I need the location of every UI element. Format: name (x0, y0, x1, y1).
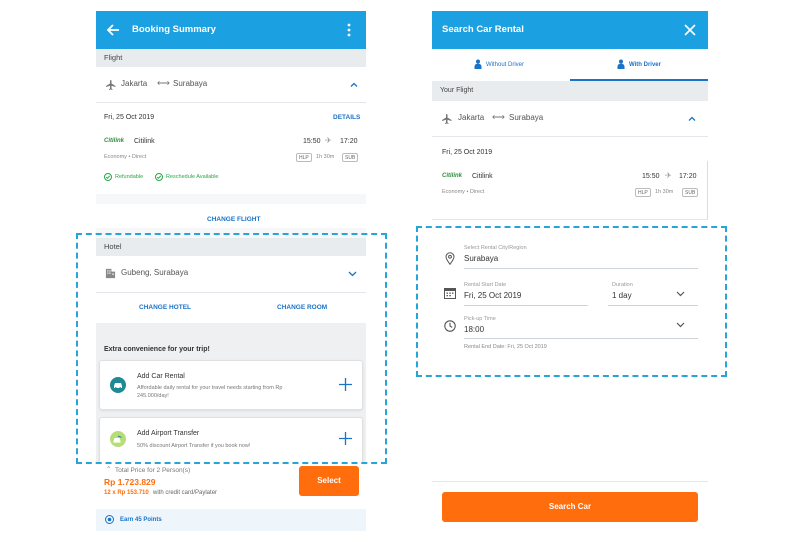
divider (96, 102, 366, 103)
search-car-appbar: Search Car Rental (432, 11, 708, 49)
flight-date: Fri, 25 Oct 2019 (104, 114, 155, 121)
info-caret-icon[interactable]: ⌃ (106, 465, 111, 473)
details-link[interactable]: DETAILS (333, 114, 360, 121)
route-arrow-icon: ⟷ (492, 112, 505, 122)
highlight-box-hotel-extras (76, 233, 387, 464)
class-info: Economy • Direct (442, 189, 485, 195)
driver-icon (474, 59, 482, 69)
driver-tabs: Without Driver With Driver (432, 49, 708, 81)
total-price-label: Total Price for 2 Person(s) (115, 467, 191, 474)
your-flight-header: Your Flight (432, 81, 708, 101)
close-icon[interactable] (684, 24, 696, 36)
flight-destination: Surabaya (509, 113, 544, 122)
flight-date: Fri, 25 Oct 2019 (442, 149, 493, 156)
refundable-label: Refundable (115, 174, 144, 180)
installment-price: 12 x Rp 153.710 (104, 490, 149, 496)
tab-without-driver[interactable]: Without Driver (432, 49, 570, 81)
chevron-up-icon[interactable] (688, 116, 696, 121)
airline-name: Citilink (134, 138, 155, 145)
select-button[interactable]: Select (299, 466, 359, 496)
arrive-time: 17:20 (340, 138, 358, 145)
destination-code: SUB (682, 188, 699, 197)
depart-time: 15:50 (642, 173, 660, 180)
total-price: Rp 1.723.829 (104, 477, 156, 487)
flight-section-header: Flight (96, 49, 366, 67)
points-coin-icon (105, 515, 114, 524)
airline-name: Citilink (472, 173, 493, 180)
reschedule-label: Reschedule Available (166, 174, 219, 180)
search-car-button[interactable]: Search Car (442, 492, 698, 522)
citilink-logo: Citilink (442, 173, 463, 179)
depart-time: 15:50 (303, 138, 321, 145)
back-arrow-icon[interactable] (106, 23, 120, 37)
route-arrow-icon: ⟷ (157, 78, 170, 88)
tab-without-driver-label: Without Driver (486, 62, 525, 68)
flight-route-row[interactable]: Jakarta ⟷ Surabaya (96, 67, 366, 102)
class-info: Economy • Direct (104, 154, 147, 160)
flight-duration: 1h 30m (655, 189, 674, 195)
flight-origin: Jakarta (121, 79, 148, 88)
spacer (96, 194, 366, 204)
change-flight-row: CHANGE FLIGHT (96, 204, 366, 228)
flight-origin: Jakarta (458, 113, 485, 122)
highlight-box-rental-form (416, 226, 727, 377)
points-bar: Earn 45 Points (96, 509, 366, 531)
check-circle-icon (104, 173, 112, 181)
tab-with-driver-label: With Driver (629, 62, 661, 68)
flight-route-row[interactable]: Jakarta ⟷ Surabaya (432, 101, 708, 135)
citilink-logo: Citilink (104, 138, 125, 144)
page-title: Booking Summary (132, 24, 216, 35)
tab-with-driver[interactable]: With Driver (570, 49, 708, 81)
destination-code: SUB (342, 153, 359, 162)
earn-points: Earn 45 Points (120, 517, 162, 523)
flight-destination: Surabaya (173, 79, 208, 88)
more-vert-icon[interactable] (346, 23, 352, 37)
price-footer: ⌃ Total Price for 2 Person(s) Rp 1.723.8… (96, 463, 366, 509)
airplane-icon (106, 80, 116, 90)
driver-icon (617, 59, 625, 69)
origin-code: HLP (635, 188, 651, 197)
chevron-up-icon[interactable] (350, 82, 358, 87)
installment-note: with credit card/Paylater (153, 490, 218, 496)
divider (432, 481, 708, 482)
plane-small-icon: ✈ (665, 171, 672, 180)
origin-code: HLP (296, 153, 312, 162)
booking-summary-appbar: Booking Summary (96, 11, 366, 49)
divider (432, 136, 708, 137)
arrive-time: 17:20 (679, 173, 697, 180)
plane-small-icon: ✈ (325, 136, 332, 145)
flight-duration: 1h 30m (316, 154, 335, 160)
check-circle-icon (155, 173, 163, 181)
airplane-icon (442, 114, 452, 124)
change-flight-button[interactable]: CHANGE FLIGHT (207, 216, 260, 223)
page-title: Search Car Rental (442, 24, 524, 35)
